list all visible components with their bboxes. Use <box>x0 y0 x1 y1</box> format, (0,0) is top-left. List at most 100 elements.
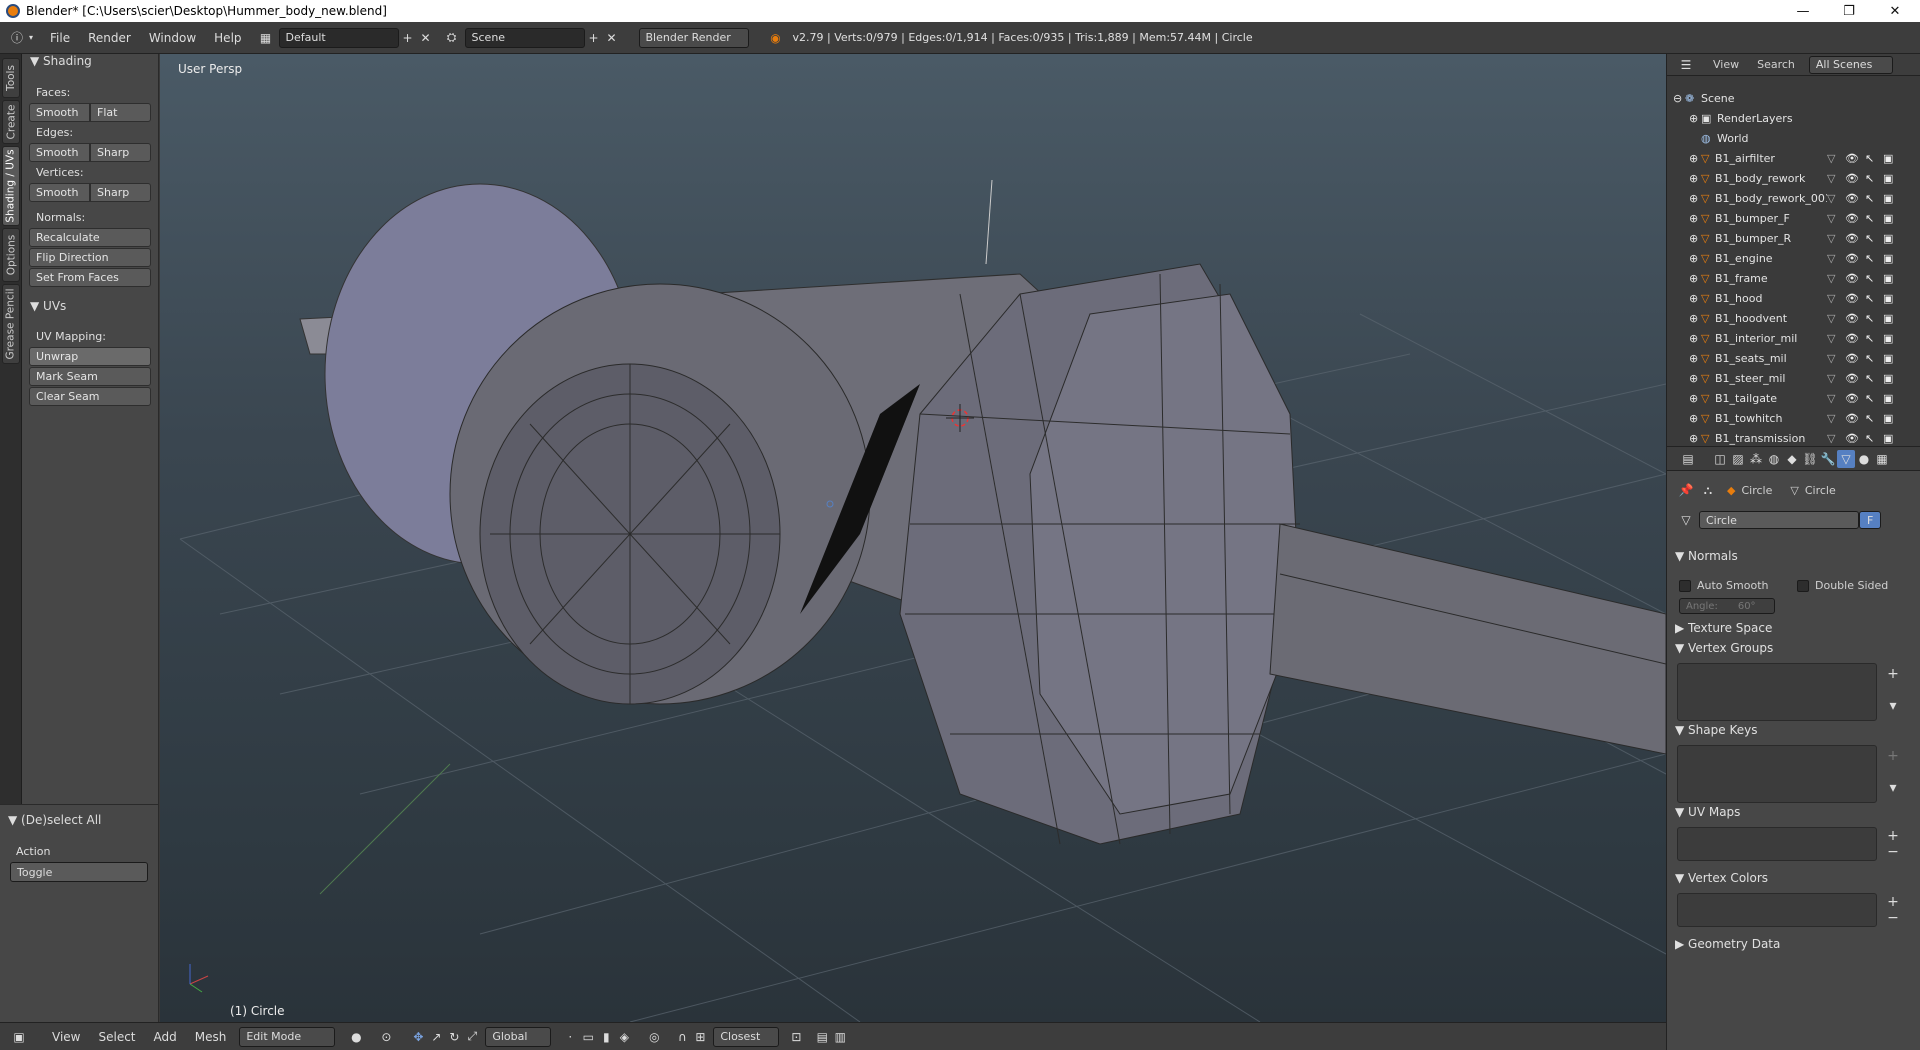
viewport-shading-icon[interactable]: ● <box>347 1028 365 1046</box>
uv-maps-panel-header[interactable]: ▼ UV Maps <box>1675 805 1740 819</box>
scene-icon[interactable]: ⛭ <box>443 29 461 47</box>
mode-select[interactable]: Edit Mode <box>239 1026 336 1047</box>
expand-icon[interactable]: ⊕ <box>1689 272 1701 285</box>
selectable-cursor-icon[interactable]: ↖ <box>1865 252 1883 265</box>
selectable-cursor-icon[interactable]: ↖ <box>1865 372 1883 385</box>
face-select-icon[interactable]: ▮ <box>597 1028 615 1046</box>
outliner-object-row[interactable]: ⊕ ▽ B1_interior_mil ▽ 👁 ↖ ▣ <box>1689 328 1920 348</box>
modifiers-tab-icon[interactable]: 🔧 <box>1819 450 1837 468</box>
renderable-camera-icon[interactable]: ▣ <box>1883 172 1899 185</box>
recalculate-button[interactable]: Recalculate <box>29 228 151 247</box>
layout-select[interactable]: Default <box>278 27 399 48</box>
visibility-eye-icon[interactable]: 👁 <box>1845 192 1865 205</box>
snap-target-select[interactable]: Closest <box>713 1026 780 1047</box>
selectable-cursor-icon[interactable]: ↖ <box>1865 332 1883 345</box>
add-shape-key-icon[interactable]: + <box>1883 747 1903 765</box>
visibility-eye-icon[interactable]: 👁 <box>1845 352 1865 365</box>
selectable-cursor-icon[interactable]: ↖ <box>1865 232 1883 245</box>
outliner-object-row[interactable]: ⊕ ▽ B1_seats_mil ▽ 👁 ↖ ▣ <box>1689 348 1920 368</box>
screen-layout-icon[interactable]: ▦ <box>257 29 275 47</box>
renderable-camera-icon[interactable]: ▣ <box>1883 352 1899 365</box>
outliner-object-row[interactable]: ⊕ ▽ B1_engine ▽ 👁 ↖ ▣ <box>1689 248 1920 268</box>
pin-icon[interactable]: 📌 <box>1677 481 1695 499</box>
edges-smooth-button[interactable]: Smooth <box>29 143 90 162</box>
selectable-cursor-icon[interactable]: ↖ <box>1865 292 1883 305</box>
vertex-group-menu-icon[interactable]: ▾ <box>1883 697 1903 715</box>
outliner-menu-view[interactable]: View <box>1713 58 1739 71</box>
menu-help[interactable]: Help <box>214 31 241 45</box>
render-tab-icon[interactable]: ◫ <box>1711 450 1729 468</box>
outliner-object-row[interactable]: ⊕ ▽ B1_body_rework_001 ▽ 👁 ↖ ▣ <box>1689 188 1920 208</box>
selectable-cursor-icon[interactable]: ↖ <box>1865 412 1883 425</box>
flip-direction-button[interactable]: Flip Direction <box>29 248 151 267</box>
selectable-cursor-icon[interactable]: ↖ <box>1865 272 1883 285</box>
edge-select-icon[interactable]: ▭ <box>579 1028 597 1046</box>
operator-header[interactable]: ▼ (De)select All <box>8 813 101 827</box>
render-layers-tab-icon[interactable]: ▨ <box>1729 450 1747 468</box>
visibility-eye-icon[interactable]: 👁 <box>1845 432 1865 445</box>
selectable-cursor-icon[interactable]: ↖ <box>1865 172 1883 185</box>
tab-create[interactable]: Create <box>2 100 20 144</box>
clear-seam-button[interactable]: Clear Seam <box>29 387 151 406</box>
renderable-camera-icon[interactable]: ▣ <box>1883 372 1899 385</box>
renderable-camera-icon[interactable]: ▣ <box>1883 392 1899 405</box>
outliner-menu-search[interactable]: Search <box>1757 58 1795 71</box>
menu-view[interactable]: View <box>52 1030 80 1044</box>
expand-icon[interactable]: ⊕ <box>1689 412 1701 425</box>
renderable-camera-icon[interactable]: ▣ <box>1883 292 1899 305</box>
renderable-camera-icon[interactable]: ▣ <box>1883 312 1899 325</box>
scene-tab-icon[interactable]: ⁂ <box>1747 450 1765 468</box>
uv-maps-list[interactable] <box>1677 827 1877 861</box>
visibility-eye-icon[interactable]: 👁 <box>1845 152 1865 165</box>
outliner-object-row[interactable]: ⊕ ▽ B1_transmission ▽ 👁 ↖ ▣ <box>1689 428 1920 448</box>
renderable-camera-icon[interactable]: ▣ <box>1883 192 1899 205</box>
opengl-render-icon[interactable]: ▤ <box>813 1028 831 1046</box>
minimize-button[interactable]: — <box>1780 0 1826 22</box>
expand-icon[interactable]: ⊕ <box>1689 232 1701 245</box>
outliner-object-row[interactable]: ⊕ ▽ B1_hood ▽ 👁 ↖ ▣ <box>1689 288 1920 308</box>
expand-icon[interactable]: ⊕ <box>1689 172 1701 185</box>
remove-scene-icon[interactable]: ✕ <box>603 29 621 47</box>
set-from-faces-button[interactable]: Set From Faces <box>29 268 151 287</box>
vertex-select-icon[interactable]: ⋅ <box>561 1028 579 1046</box>
vertices-smooth-button[interactable]: Smooth <box>29 183 90 202</box>
chevron-down-icon[interactable]: ▾ <box>26 29 36 47</box>
menu-select[interactable]: Select <box>98 1030 135 1044</box>
render-animation-icon[interactable]: ▥ <box>831 1028 849 1046</box>
geometry-data-panel-header[interactable]: ▶ Geometry Data <box>1675 937 1780 951</box>
remove-uv-map-icon[interactable]: − <box>1883 843 1903 861</box>
shape-key-menu-icon[interactable]: ▾ <box>1883 779 1903 797</box>
double-sided-checkbox[interactable] <box>1797 580 1809 592</box>
visibility-eye-icon[interactable]: 👁 <box>1845 412 1865 425</box>
material-tab-icon[interactable]: ● <box>1855 450 1873 468</box>
menu-render[interactable]: Render <box>88 31 131 45</box>
snap-magnet-icon[interactable]: ∩ <box>673 1028 691 1046</box>
vertex-groups-panel-header[interactable]: ▼ Vertex Groups <box>1675 641 1773 655</box>
visibility-eye-icon[interactable]: 👁 <box>1845 332 1865 345</box>
expand-icon[interactable]: ⊕ <box>1689 112 1701 125</box>
menu-file[interactable]: File <box>50 31 70 45</box>
auto-smooth-checkbox[interactable] <box>1679 580 1691 592</box>
fake-user-button[interactable]: F <box>1859 511 1881 529</box>
menu-window[interactable]: Window <box>149 31 196 45</box>
collapse-icon[interactable]: ⊖ <box>1673 92 1685 105</box>
outliner-object-row[interactable]: ⊕ ▽ B1_towhitch ▽ 👁 ↖ ▣ <box>1689 408 1920 428</box>
tab-grease-pencil[interactable]: Grease Pencil <box>2 284 20 364</box>
world-tab-icon[interactable]: ◍ <box>1765 450 1783 468</box>
outliner-object-row[interactable]: ⊕ ▽ B1_hoodvent ▽ 👁 ↖ ▣ <box>1689 308 1920 328</box>
menu-mesh[interactable]: Mesh <box>195 1030 227 1044</box>
expand-icon[interactable]: ⊕ <box>1689 372 1701 385</box>
restore-button[interactable]: ❐ <box>1826 0 1872 22</box>
snap-options-icon[interactable]: ⊡ <box>787 1028 805 1046</box>
expand-icon[interactable]: ⊕ <box>1689 212 1701 225</box>
renderable-camera-icon[interactable]: ▣ <box>1883 212 1899 225</box>
selectable-cursor-icon[interactable]: ↖ <box>1865 212 1883 225</box>
visibility-eye-icon[interactable]: 👁 <box>1845 292 1865 305</box>
outliner-object-row[interactable]: ⊕ ▽ B1_steer_mil ▽ 👁 ↖ ▣ <box>1689 368 1920 388</box>
visibility-eye-icon[interactable]: 👁 <box>1845 172 1865 185</box>
faces-flat-button[interactable]: Flat <box>90 103 151 122</box>
selectable-cursor-icon[interactable]: ↖ <box>1865 392 1883 405</box>
limit-selection-icon[interactable]: ◈ <box>615 1028 633 1046</box>
outliner-scene-row[interactable]: ⊖ ❁ Scene <box>1673 88 1920 108</box>
pivot-point-icon[interactable]: ⊙ <box>377 1028 395 1046</box>
